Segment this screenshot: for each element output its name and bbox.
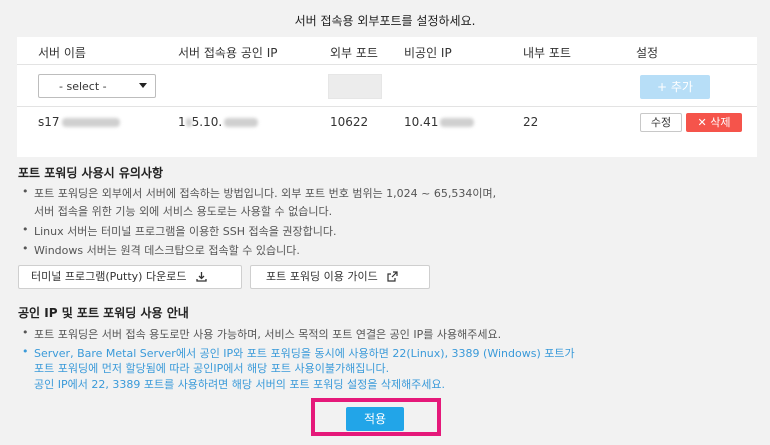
add-button[interactable]: + 추가 — [640, 75, 710, 99]
server-select-value: - select - — [59, 80, 107, 93]
col-internal-port: 내부 포트 — [523, 46, 571, 60]
download-icon — [196, 268, 207, 290]
private-ip-start: 10.41 — [404, 115, 439, 129]
masked-text — [61, 118, 120, 127]
masked-text — [440, 118, 475, 127]
header-divider — [17, 64, 757, 65]
row-public-ip: 1 5.10. — [178, 115, 259, 129]
forwarding-guide-label: 포트 포워딩 이용 가이드 — [266, 270, 378, 283]
col-settings: 설정 — [636, 46, 659, 60]
page-heading: 서버 접속용 외부포트를 설정하세요. — [294, 14, 476, 28]
apply-button[interactable]: 적용 — [346, 407, 404, 431]
forwarding-title: 포트 포워딩 사용시 유의사항 — [18, 166, 164, 180]
masked-text — [224, 118, 259, 127]
putty-download-button[interactable]: 터미널 프로그램(Putty) 다운로드 — [18, 265, 242, 289]
public-ip-mid: 5.10. — [191, 115, 223, 129]
public-ip-start: 1 — [178, 115, 186, 129]
col-external-port: 외부 포트 — [330, 46, 378, 60]
row-internal-port: 22 — [523, 115, 539, 129]
col-server-name: 서버 이름 — [38, 46, 86, 60]
ip-guide-title: 공인 IP 및 포트 포워딩 사용 안내 — [18, 306, 189, 320]
external-link-icon — [387, 268, 398, 290]
server-name-text: s17 — [38, 115, 60, 129]
col-public-ip: 서버 접속용 공인 IP — [178, 46, 278, 60]
server-select[interactable]: - select - — [38, 74, 156, 98]
forwarding-guide-button[interactable]: 포트 포워딩 이용 가이드 — [250, 265, 430, 289]
external-port-input[interactable] — [328, 74, 382, 99]
row-server-name: s17 — [38, 115, 120, 129]
edit-button[interactable]: 수정 — [640, 113, 682, 132]
putty-download-label: 터미널 프로그램(Putty) 다운로드 — [31, 270, 187, 283]
row-private-ip: 10.41 — [404, 115, 475, 129]
col-private-ip: 비공인 IP — [404, 46, 452, 60]
chevron-down-icon — [139, 83, 147, 88]
row-external-port: 10622 — [330, 115, 369, 129]
delete-button[interactable]: ✕ 삭제 — [686, 113, 742, 132]
row-divider — [17, 106, 757, 107]
masked-text — [185, 118, 192, 127]
